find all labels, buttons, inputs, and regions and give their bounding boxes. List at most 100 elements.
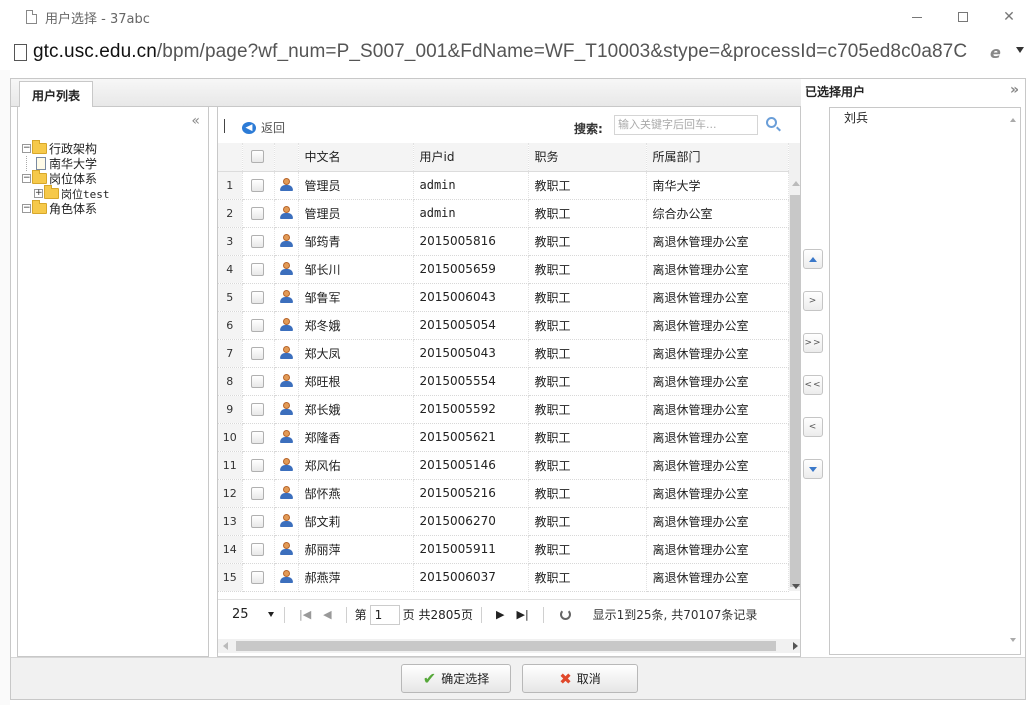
row-checkbox-cell[interactable] <box>242 451 275 480</box>
row-checkbox[interactable] <box>250 374 264 388</box>
url-field[interactable]: gtc.usc.edu.cn/bpm/page?wf_num=P_S007_00… <box>33 41 997 63</box>
table-row[interactable]: 11 郑风佑 2015005146 教职工 离退休管理办公室 <box>218 451 789 480</box>
tree-toggle-icon[interactable]: − <box>22 174 31 183</box>
column-header-name[interactable]: 中文名 <box>298 143 414 172</box>
row-checkbox-cell[interactable] <box>242 255 275 284</box>
address-dropdown-icon[interactable] <box>1016 47 1024 53</box>
column-header-user-id[interactable]: 用户id <box>413 143 529 172</box>
row-checkbox[interactable] <box>250 178 264 192</box>
row-checkbox-cell[interactable] <box>242 507 275 536</box>
table-row[interactable]: 12 郜怀燕 2015005216 教职工 离退休管理办公室 <box>218 479 789 508</box>
selected-users-list[interactable]: 刘兵 <box>829 107 1021 655</box>
row-checkbox-cell[interactable] <box>242 367 275 396</box>
tree-node-position-test[interactable]: + 岗位test <box>34 185 110 201</box>
header-select-all[interactable] <box>242 143 275 172</box>
table-row[interactable]: 9 郑长娥 2015005592 教职工 离退休管理办公室 <box>218 395 789 424</box>
tree-node-nanhua-university[interactable]: 南华大学 <box>26 156 110 171</box>
remove-selected-button[interactable]: < <box>803 417 823 437</box>
row-checkbox[interactable] <box>250 206 264 220</box>
scroll-down-icon[interactable] <box>792 584 800 589</box>
grid-horizontal-scrollbar[interactable] <box>218 639 800 653</box>
table-row[interactable]: 13 郜文莉 2015006270 教职工 离退休管理办公室 <box>218 507 789 536</box>
collapse-tree-icon[interactable]: « <box>191 113 200 129</box>
row-checkbox-cell[interactable] <box>242 339 275 368</box>
first-page-icon[interactable]: |◀ <box>299 608 311 621</box>
row-checkbox-cell[interactable] <box>242 479 275 508</box>
tree-toggle-icon[interactable]: − <box>22 204 31 213</box>
table-row[interactable]: 7 郑大凤 2015005043 教职工 离退休管理办公室 <box>218 339 789 368</box>
row-checkbox-cell[interactable] <box>242 311 275 340</box>
expand-panel-icon[interactable]: » <box>1010 82 1019 98</box>
table-row[interactable]: 8 郑旺根 2015005554 教职工 离退休管理办公室 <box>218 367 789 396</box>
row-checkbox-cell[interactable] <box>242 423 275 452</box>
row-checkbox[interactable] <box>250 570 264 584</box>
add-selected-button[interactable]: > <box>803 291 823 311</box>
grid-vertical-scrollbar[interactable] <box>789 143 800 591</box>
row-checkbox-cell[interactable] <box>242 535 275 564</box>
refresh-icon[interactable] <box>559 609 571 620</box>
scroll-thumb[interactable] <box>790 195 800 587</box>
row-checkbox[interactable] <box>250 346 264 360</box>
move-up-button[interactable] <box>803 249 823 269</box>
column-header-department[interactable]: 所属部门 <box>646 143 789 172</box>
tree-node-role-system[interactable]: − 角色体系 <box>22 200 110 216</box>
table-row[interactable]: 4 邹长川 2015005659 教职工 离退休管理办公室 <box>218 255 789 284</box>
table-row[interactable]: 2 管理员 admin 教职工 综合办公室 <box>218 199 789 228</box>
row-checkbox[interactable] <box>250 318 264 332</box>
browser-compat-icon[interactable]: e <box>990 43 1008 62</box>
row-checkbox-cell[interactable] <box>242 171 275 200</box>
prev-page-icon[interactable]: ◀ <box>323 608 331 621</box>
row-checkbox-cell[interactable] <box>242 227 275 256</box>
row-checkbox-cell[interactable] <box>242 283 275 312</box>
back-button[interactable]: ◀ 返回 <box>242 119 285 136</box>
table-row[interactable]: 15 郝燕萍 2015006037 教职工 离退休管理办公室 <box>218 563 789 592</box>
scroll-right-icon[interactable] <box>793 642 798 650</box>
scroll-left-icon[interactable] <box>223 642 228 650</box>
row-checkbox[interactable] <box>250 486 264 500</box>
page-size-select[interactable]: 25 <box>232 605 276 625</box>
table-row[interactable]: 3 邹筠青 2015005816 教职工 离退休管理办公室 <box>218 227 789 256</box>
minimize-button[interactable] <box>894 0 940 34</box>
row-checkbox[interactable] <box>250 430 264 444</box>
row-checkbox[interactable] <box>250 290 264 304</box>
row-checkbox[interactable] <box>250 262 264 276</box>
add-all-button[interactable]: >> <box>803 333 823 353</box>
tree-toggle-icon[interactable]: + <box>34 189 43 198</box>
confirm-selection-button[interactable]: ✔ 确定选择 <box>401 664 511 693</box>
row-checkbox-cell[interactable] <box>242 395 275 424</box>
scroll-up-icon[interactable] <box>792 181 800 186</box>
tree-node-position-system[interactable]: − 岗位体系 <box>22 170 110 186</box>
tree-toggle-icon[interactable]: − <box>22 144 31 153</box>
table-row[interactable]: 5 邹鲁军 2015006043 教职工 离退休管理办公室 <box>218 283 789 312</box>
row-checkbox[interactable] <box>250 234 264 248</box>
tab-user-list[interactable]: 用户列表 <box>19 81 93 108</box>
hscroll-thumb[interactable] <box>236 641 776 651</box>
row-checkbox-cell[interactable] <box>242 199 275 228</box>
remove-all-button[interactable]: << <box>803 375 823 395</box>
column-header-title[interactable]: 职务 <box>528 143 647 172</box>
row-checkbox[interactable] <box>250 402 264 416</box>
last-page-icon[interactable]: ▶| <box>516 608 528 621</box>
table-row[interactable]: 6 郑冬娥 2015005054 教职工 离退休管理办公室 <box>218 311 789 340</box>
close-button[interactable]: ✕ <box>986 0 1032 34</box>
page-number-input[interactable]: 1 <box>369 604 400 625</box>
move-down-button[interactable] <box>803 459 823 479</box>
search-input[interactable]: 输入关键字后回车... <box>614 115 758 135</box>
row-checkbox[interactable] <box>250 458 264 472</box>
table-row[interactable]: 14 郝丽萍 2015005911 教职工 离退休管理办公室 <box>218 535 789 564</box>
row-checkbox[interactable] <box>250 514 264 528</box>
row-checkbox-cell[interactable] <box>242 563 275 592</box>
table-row[interactable]: 1 管理员 admin 教职工 南华大学 <box>218 171 789 200</box>
search-icon[interactable] <box>766 117 777 128</box>
selected-user-item[interactable]: 刘兵 <box>844 109 868 126</box>
list-scroll-up-icon[interactable] <box>1010 118 1016 122</box>
user-icon <box>279 234 293 248</box>
list-scroll-down-icon[interactable] <box>1010 638 1016 642</box>
next-page-icon[interactable]: ▶ <box>496 608 504 621</box>
row-checkbox[interactable] <box>250 542 264 556</box>
table-row[interactable]: 10 郑隆香 2015005621 教职工 离退休管理办公室 <box>218 423 789 452</box>
maximize-button[interactable] <box>940 0 986 34</box>
tree-node-admin-structure[interactable]: − 行政架构 <box>22 140 110 156</box>
select-all-checkbox[interactable] <box>250 150 264 164</box>
cancel-button[interactable]: ✖ 取消 <box>522 664 638 693</box>
